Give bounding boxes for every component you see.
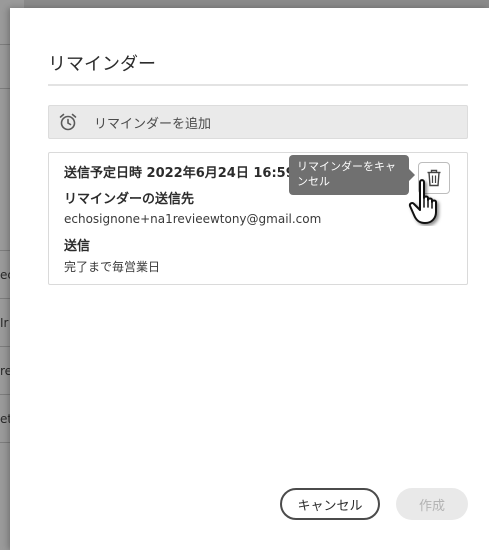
reminder-card: 送信予定日時 2022年6月24日 16:59 リマインダーの送信先 echos… bbox=[48, 152, 468, 285]
add-reminder-button[interactable]: リマインダーを追加 bbox=[48, 105, 468, 139]
create-button: 作成 bbox=[396, 488, 468, 520]
dialog-title: リマインダー bbox=[48, 54, 156, 75]
background-divider bbox=[0, 298, 10, 299]
background-divider bbox=[0, 88, 10, 89]
delete-tooltip: リマインダーをキャンセル bbox=[289, 155, 415, 195]
send-frequency: 完了まで毎営業日 bbox=[64, 260, 161, 274]
background-text-fragment: ec bbox=[0, 268, 10, 282]
background-divider bbox=[0, 394, 10, 395]
background-text-fragment: et bbox=[0, 412, 10, 426]
background-divider bbox=[0, 346, 10, 347]
background-text-fragment: Ir bbox=[0, 316, 9, 330]
background-divider bbox=[0, 442, 10, 443]
recipient-heading: リマインダーの送信先 bbox=[64, 192, 195, 207]
background-divider bbox=[0, 44, 10, 45]
recipient-email: echosignone+na1revieewtony@gmail.com bbox=[64, 212, 322, 226]
send-heading: 送信 bbox=[64, 239, 91, 254]
background-divider bbox=[0, 250, 10, 251]
reminder-dialog: リマインダー リマインダーを追加 送信予定日時 2022年6月24日 16:59… bbox=[10, 8, 489, 550]
background-text-fragment: re bbox=[0, 364, 10, 378]
cancel-button[interactable]: キャンセル bbox=[280, 488, 380, 520]
add-reminder-label: リマインダーを追加 bbox=[94, 116, 212, 132]
title-divider bbox=[48, 84, 468, 86]
reminder-scheduled-datetime: 送信予定日時 2022年6月24日 16:59 bbox=[64, 166, 295, 181]
alarm-clock-icon bbox=[59, 113, 77, 131]
hand-pointer-cursor-icon bbox=[408, 179, 437, 224]
